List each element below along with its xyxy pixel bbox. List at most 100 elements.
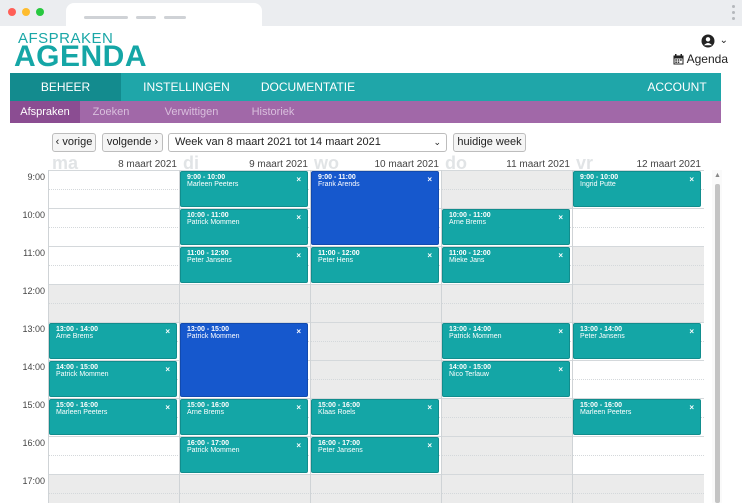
close-icon[interactable]: × <box>296 213 301 222</box>
maximize-window-dot[interactable] <box>36 8 44 16</box>
time-label: 14:00 <box>22 362 45 372</box>
hour-slot[interactable] <box>49 474 180 503</box>
close-icon[interactable]: × <box>427 251 432 260</box>
close-icon[interactable]: × <box>427 403 432 412</box>
appointment[interactable]: 13:00 - 14:00 Peter Jansens × <box>573 323 701 359</box>
subnav-verwittigen[interactable]: Verwittigen <box>142 101 241 123</box>
appointment-time: 13:00 - 15:00 <box>187 326 230 333</box>
user-icon[interactable] <box>700 34 716 48</box>
appointment[interactable]: 11:00 - 12:00 Peter Jansens × <box>180 247 308 283</box>
next-week-button[interactable]: volgende › <box>102 133 163 152</box>
appointment[interactable]: 15:00 - 16:00 Marleen Peeters × <box>49 399 177 435</box>
hour-slot[interactable] <box>573 436 704 474</box>
day-date: 11 maart 2021 <box>506 159 570 170</box>
hour-slot[interactable] <box>311 474 442 503</box>
close-icon[interactable]: × <box>296 251 301 260</box>
appointment[interactable]: 16:00 - 17:00 Patrick Mommen × <box>180 437 308 473</box>
scrollbar-thumb[interactable] <box>715 184 720 503</box>
appointment[interactable]: 10:00 - 11:00 Arne Brems × <box>442 209 570 245</box>
appointment[interactable]: 15:00 - 16:00 Marleen Peeters × <box>573 399 701 435</box>
nav-beheer[interactable]: BEHEER <box>10 73 121 101</box>
appointment[interactable]: 13:00 - 14:00 Arne Brems × <box>49 323 177 359</box>
logo-title[interactable]: AGENDA <box>14 40 147 74</box>
hour-slot[interactable] <box>442 398 573 436</box>
hour-slot[interactable] <box>180 474 311 503</box>
agenda-link[interactable]: Agenda <box>673 52 728 66</box>
appointment-time: 11:00 - 12:00 <box>318 250 360 257</box>
hour-slot[interactable] <box>442 170 573 208</box>
hour-slot[interactable] <box>573 474 704 503</box>
browser-menu-icon[interactable] <box>732 5 735 20</box>
close-icon[interactable]: × <box>689 403 694 412</box>
scroll-up-icon[interactable]: ▲ <box>714 172 721 179</box>
hour-slot[interactable] <box>442 474 573 503</box>
close-icon[interactable]: × <box>296 327 301 336</box>
half-hour-line <box>442 493 573 494</box>
hour-slot[interactable] <box>573 360 704 398</box>
appointment[interactable]: 11:00 - 12:00 Mieke Jans × <box>442 247 570 283</box>
appointment-name: Arne Brems <box>56 333 93 340</box>
hour-slot[interactable] <box>311 322 442 360</box>
close-icon[interactable]: × <box>558 213 563 222</box>
hour-slot[interactable] <box>442 284 573 322</box>
appointment-name: Patrick Mommen <box>56 371 109 378</box>
close-icon[interactable]: × <box>165 327 170 336</box>
appointment[interactable]: 13:00 - 15:00 Patrick Mommen × <box>180 323 308 397</box>
close-icon[interactable]: × <box>296 403 301 412</box>
nav-instellingen[interactable]: INSTELLINGEN <box>121 73 252 101</box>
hour-slot[interactable] <box>573 246 704 284</box>
appointment[interactable]: 15:00 - 16:00 Arne Brems × <box>180 399 308 435</box>
nav-documentatie[interactable]: DOCUMENTATIE <box>252 73 364 101</box>
hour-slot[interactable] <box>49 246 180 284</box>
hour-slot[interactable] <box>573 284 704 322</box>
appointment[interactable]: 9:00 - 11:00 Frank Arends × <box>311 171 439 245</box>
hour-slot[interactable] <box>180 284 311 322</box>
appointment[interactable]: 10:00 - 11:00 Patrick Mommen × <box>180 209 308 245</box>
appointment-time: 13:00 - 14:00 <box>580 326 623 333</box>
current-week-button[interactable]: huidige week <box>453 133 526 152</box>
hour-slot[interactable] <box>49 284 180 322</box>
minimize-window-dot[interactable] <box>22 8 30 16</box>
chevron-down-icon[interactable]: ⌄ <box>720 35 728 46</box>
close-window-dot[interactable] <box>8 8 16 16</box>
hour-slot[interactable] <box>573 208 704 246</box>
appointment[interactable]: 14:00 - 15:00 Nico Terlauw × <box>442 361 570 397</box>
subnav-zoeken[interactable]: Zoeken <box>80 101 142 123</box>
appointment-time: 15:00 - 16:00 <box>56 402 99 409</box>
appointment[interactable]: 15:00 - 16:00 Klaas Roels × <box>311 399 439 435</box>
subnav-afspraken[interactable]: Afspraken <box>10 101 80 123</box>
close-icon[interactable]: × <box>689 327 694 336</box>
close-icon[interactable]: × <box>558 251 563 260</box>
half-hour-line <box>573 455 704 456</box>
close-icon[interactable]: × <box>689 175 694 184</box>
appointment[interactable]: 9:00 - 10:00 Marleen Peeters × <box>180 171 308 207</box>
close-icon[interactable]: × <box>558 327 563 336</box>
appointment[interactable]: 11:00 - 12:00 Peter Hens × <box>311 247 439 283</box>
appointment-time: 14:00 - 15:00 <box>449 364 492 371</box>
week-select[interactable]: Week van 8 maart 2021 tot 14 maart 2021 … <box>168 133 447 152</box>
appointment[interactable]: 9:00 - 10:00 Ingrid Putte × <box>573 171 701 207</box>
hour-slot[interactable] <box>442 436 573 474</box>
subnav-historiek[interactable]: Historiek <box>241 101 305 123</box>
prev-week-button[interactable]: ‹ vorige <box>52 133 96 152</box>
close-icon[interactable]: × <box>165 365 170 374</box>
time-label: 13:00 <box>22 324 45 334</box>
close-icon[interactable]: × <box>427 175 432 184</box>
appointment[interactable]: 13:00 - 14:00 Patrick Mommen × <box>442 323 570 359</box>
nav-account[interactable]: ACCOUNT <box>633 73 721 101</box>
close-icon[interactable]: × <box>296 175 301 184</box>
scrollbar[interactable]: ▲ <box>712 170 722 503</box>
hour-slot[interactable] <box>49 208 180 246</box>
close-icon[interactable]: × <box>296 441 301 450</box>
hour-slot[interactable] <box>311 284 442 322</box>
hour-slot[interactable] <box>49 170 180 208</box>
hour-slot[interactable] <box>49 436 180 474</box>
close-icon[interactable]: × <box>558 365 563 374</box>
browser-tab[interactable] <box>66 3 262 27</box>
appointment[interactable]: 14:00 - 15:00 Patrick Mommen × <box>49 361 177 397</box>
close-icon[interactable]: × <box>427 441 432 450</box>
appointment[interactable]: 16:00 - 17:00 Peter Jansens × <box>311 437 439 473</box>
close-icon[interactable]: × <box>165 403 170 412</box>
hour-slot[interactable] <box>311 360 442 398</box>
